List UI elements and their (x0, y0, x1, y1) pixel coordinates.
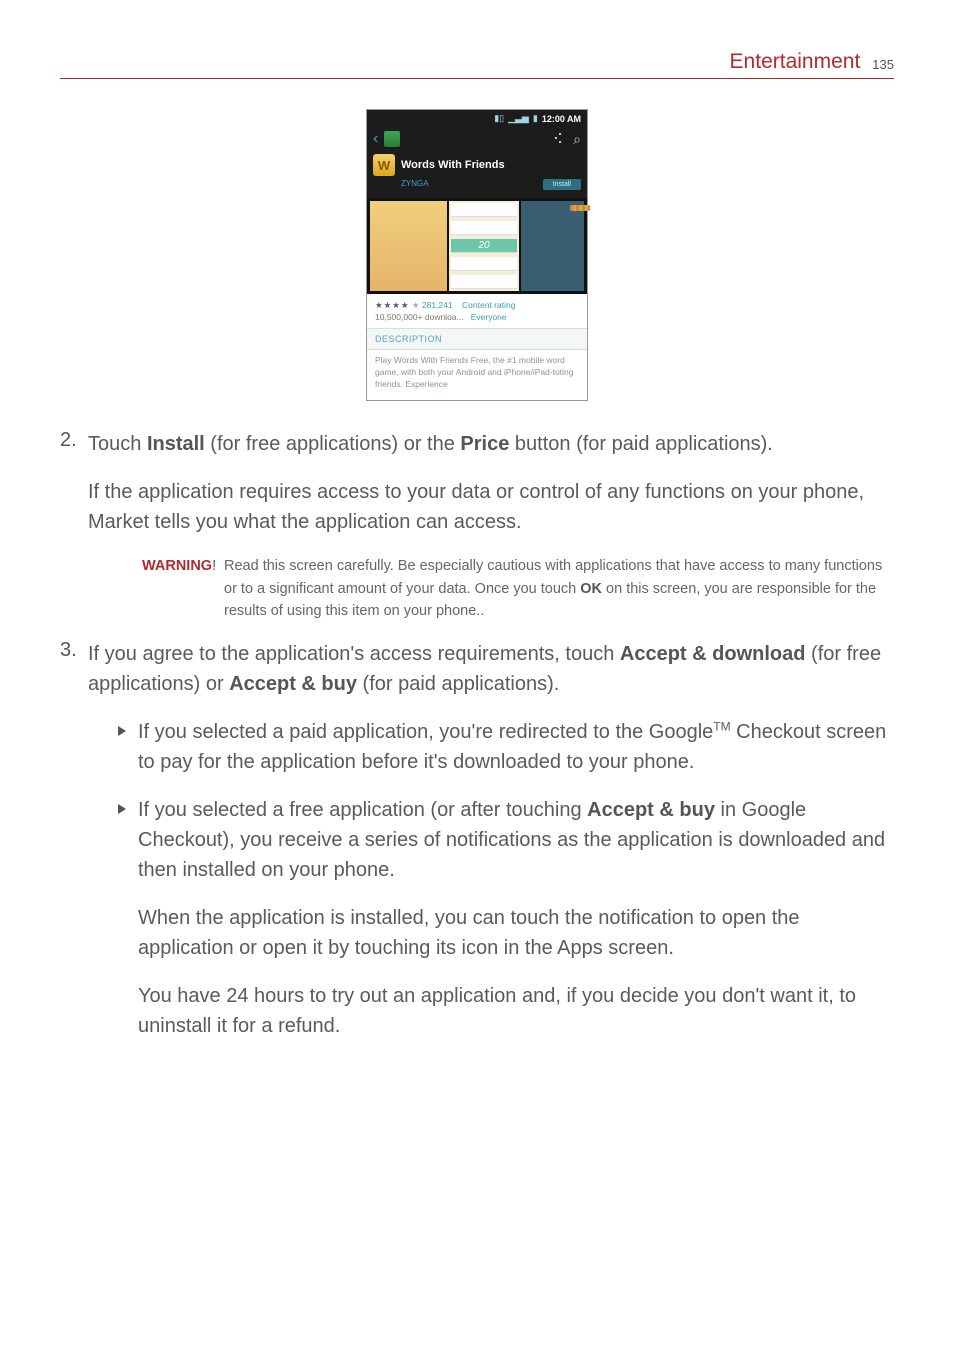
shot2-number: 20 (451, 239, 517, 253)
page-header: Entertainment 135 (60, 50, 894, 79)
step-2-text: Touch Install (for free applications) or… (88, 429, 894, 459)
step-2-followup: If the application requires access to yo… (88, 477, 894, 537)
screenshot-nav: ‹ ⠪ ⌕ (373, 130, 581, 148)
status-time: 12:00 AM (542, 114, 581, 124)
carousel-shot-3 (521, 201, 584, 291)
carousel-shot-1 (370, 201, 447, 291)
app-title-row: W Words With Friends (373, 154, 581, 176)
screenshot-topbar: ▮▯ ▁▃▅ ▮ 12:00 AM ‹ ⠪ ⌕ W Words With Fri… (367, 110, 587, 198)
carousel-shot-2: 20 (449, 201, 519, 291)
signal-icon: ▮▯ (494, 113, 504, 124)
rating-stars: ★★★★ (375, 300, 409, 310)
warning-label: WARNING! (142, 555, 216, 577)
review-count: 281,241 (422, 300, 453, 310)
battery-icon: ▮ (533, 113, 538, 124)
install-button: Install (543, 179, 581, 190)
step-2: Touch Install (for free applications) or… (60, 429, 894, 622)
description-heading: DESCRIPTION (367, 328, 587, 350)
step-3-follow-2: You have 24 hours to try out an applicat… (88, 981, 894, 1041)
download-count: 10,500,000+ downloa... (375, 312, 464, 322)
status-bar: ▮▯ ▁▃▅ ▮ 12:00 AM (373, 113, 581, 124)
search-icon: ⌕ (573, 131, 581, 148)
market-screenshot: ▮▯ ▁▃▅ ▮ 12:00 AM ‹ ⠪ ⌕ W Words With Fri… (366, 109, 588, 401)
warning-body: Read this screen carefully. Be especiall… (142, 555, 894, 622)
app-meta: ★★★★ ★ 281,241 Content rating 10,500,000… (367, 294, 587, 328)
step-3-follow-1: When the application is installed, you c… (88, 903, 894, 963)
share-icon: ⠪ (553, 131, 563, 148)
bullet-free: If you selected a free application (or a… (118, 795, 894, 885)
warning-block: WARNING! Read this screen carefully. Be … (88, 555, 894, 622)
app-publisher: ZYNGA (401, 179, 429, 190)
step-3-text: If you agree to the application's access… (88, 639, 894, 699)
back-icon: ‹ (373, 130, 378, 148)
content-rating: Content rating (462, 300, 515, 310)
bullet-free-text: If you selected a free application (or a… (138, 795, 894, 885)
bag-icon (384, 131, 400, 147)
step-3-bullets: If you selected a paid application, you'… (88, 717, 894, 885)
screenshot-carousel: 20 (367, 198, 587, 294)
app-icon: W (373, 154, 395, 176)
bullet-paid: If you selected a paid application, you'… (118, 717, 894, 777)
audience: Everyone (471, 312, 507, 322)
bullet-paid-text: If you selected a paid application, you'… (138, 717, 894, 777)
app-title: Words With Friends (401, 159, 581, 171)
step-3: If you agree to the application's access… (60, 639, 894, 1041)
page-number: 135 (872, 57, 894, 72)
app-subrow: ZYNGA Install (373, 179, 581, 190)
header-section: Entertainment (730, 50, 861, 74)
bars-icon: ▁▃▅ (508, 113, 529, 124)
description-body: Play Words With Friends Free, the #1 mob… (367, 350, 587, 401)
